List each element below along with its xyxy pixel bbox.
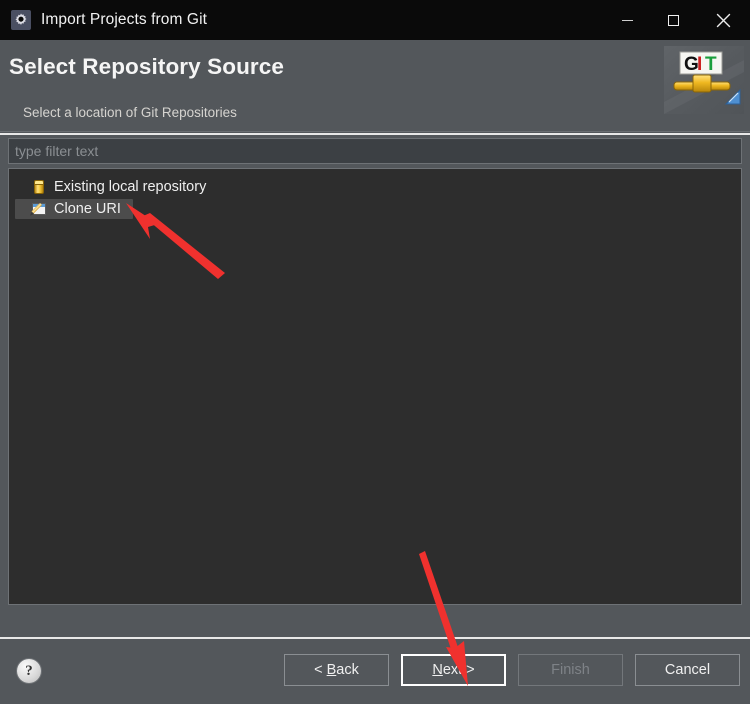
minimize-button[interactable] [604,0,650,40]
svg-text:T: T [705,54,717,75]
page-title: Select Repository Source [9,54,284,79]
git-banner-logo: G I T [664,46,744,114]
window-controls [604,0,750,40]
header-divider [0,133,750,135]
window-title: Import Projects from Git [41,11,208,28]
close-icon [716,13,730,27]
tree-item-label: Clone URI [54,201,121,217]
filter-placeholder: type filter text [15,143,99,159]
maximize-button[interactable] [650,0,696,40]
page-subtitle: Select a location of Git Repositories [23,105,237,120]
back-button-label: < Back [314,662,359,678]
import-projects-from-git-dialog: Import Projects from Git Select Reposito… [0,0,750,704]
git-logo-graphic: G I T [664,46,744,114]
dialog-footer: ? < Back Next > Finish Cancel [0,637,750,704]
dialog-button-row: < Back Next > Finish Cancel [284,654,740,686]
svg-text:I: I [697,54,702,75]
maximize-icon [667,14,679,26]
eclipse-gear-icon [11,10,31,30]
clone-uri-pencil-icon [30,201,47,217]
dialog-body: type filter text Existing local reposito… [0,133,750,637]
help-icon[interactable]: ? [17,659,41,683]
tree-item-clone-uri[interactable]: Clone URI [9,198,741,220]
next-button[interactable]: Next > [401,654,506,686]
filter-input[interactable]: type filter text [8,138,742,164]
close-button[interactable] [696,0,750,40]
minimize-icon [621,19,633,21]
cancel-button[interactable]: Cancel [635,654,740,686]
tree-item-existing-local-repository[interactable]: Existing local repository [9,176,741,198]
repository-source-tree[interactable]: Existing local repository Clone URI [8,168,742,605]
title-bar: Import Projects from Git [0,0,750,40]
finish-button: Finish [518,654,623,686]
next-button-label: Next > [432,662,475,678]
cancel-button-label: Cancel [664,662,711,678]
repository-cylinder-icon [31,179,47,195]
gear-icon-glyph [15,13,27,25]
finish-button-label: Finish [551,662,590,678]
tree-item-label: Existing local repository [54,179,207,195]
back-button[interactable]: < Back [284,654,389,686]
dialog-header: Select Repository Source Select a locati… [0,40,750,132]
